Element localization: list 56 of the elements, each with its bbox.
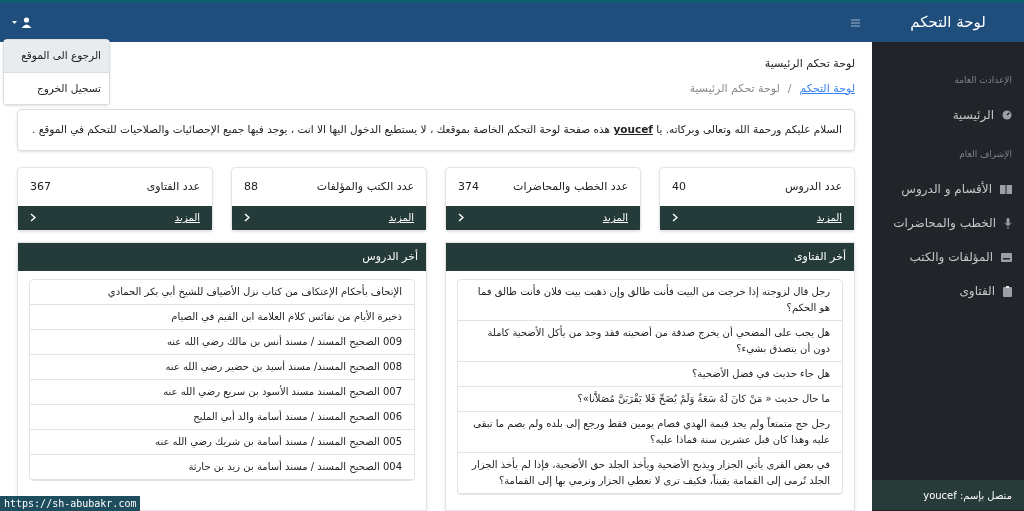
list-item[interactable]: 007 الصحيح المسند مسند الأسود بن سريع رضي الله عنه xyxy=(30,379,414,405)
caret-icon[interactable] xyxy=(12,21,17,24)
sidebar-item[interactable]: الرئيسية xyxy=(872,98,1024,132)
chevron-icon xyxy=(672,213,678,223)
list-item[interactable]: 009 الصحيح المسند / مسند أنس بن مالك رضي الله عنه xyxy=(30,329,414,355)
book-icon xyxy=(1000,184,1012,194)
chevron-icon xyxy=(244,213,250,223)
breadcrumb-current: لوحة تحكم الرئيسية xyxy=(689,80,780,97)
page-title: لوحة تحكم الرئيسية xyxy=(764,56,855,72)
list-item[interactable]: هل يجب على المضحي أن يخرج صدقة من أضحيته فقد وجد من يأكل الأضحية كاملة دون أن يتصدق بشيء؟ xyxy=(458,320,842,362)
chevron-icon xyxy=(458,213,464,223)
stat-value: 374 xyxy=(458,178,479,195)
menu-item[interactable]: تسجيل الخروج xyxy=(4,72,109,104)
sidebar-heading: الإعدادت العامة xyxy=(954,75,1012,85)
status-url-tooltip: https://sh-abubakr.com xyxy=(0,496,141,511)
more-link[interactable]: المزيد xyxy=(660,205,854,230)
user-link[interactable]: youcef xyxy=(613,123,653,135)
list-item[interactable]: الإتحاف بأحكام الإعتكاف من كتاب نزل الأضياف للشيخ أبي بكر الحمادي xyxy=(30,279,414,305)
sidebar-item[interactable]: المؤلفات والكتب xyxy=(872,240,1024,274)
stat-label: عدد الفتاوى xyxy=(146,178,200,195)
stat-value: 367 xyxy=(30,178,51,195)
microphone-icon xyxy=(1004,217,1012,229)
breadcrumb-link[interactable]: لوحة التحكم xyxy=(799,80,855,97)
keyboard-icon xyxy=(1001,252,1012,262)
sidebar-item[interactable]: الأقسام و الدروس xyxy=(872,172,1024,206)
sidebar-heading: الإشراف العام xyxy=(959,149,1012,159)
menu-item[interactable]: الرجوع الى الموقع xyxy=(4,40,109,72)
breadcrumb-separator: / xyxy=(787,80,792,97)
clipboard-icon xyxy=(1003,285,1012,297)
panel-title: أخر الدروس xyxy=(362,248,418,265)
list-item[interactable]: في بعض القرى يأتي الجزار ويذبح الأضحية ويأخذ الجلد حق الأضحية، فإذا لم يأخذ الجزار الجلد تُرمى إلى القمامة يقيناً، فكيف ترى لا نعطي الجزار ونرمي بها إلى القمامة؟ xyxy=(458,452,842,494)
user-icon[interactable] xyxy=(21,17,32,28)
sidebar-item[interactable]: الفتاوى xyxy=(872,274,1024,308)
list-item[interactable]: 005 الصحيح المسند / مسند أسامة بن شريك رضي الله عنه xyxy=(30,429,414,455)
list-item[interactable]: 006 الصحيح المسند / مسند أسامة والد أبي المليح xyxy=(30,404,414,430)
stat-label: عدد الكتب والمؤلفات xyxy=(316,178,414,195)
sidebar-item[interactable]: الخطب والمحاضرات xyxy=(872,206,1024,240)
stat-label: عدد الدروس xyxy=(785,178,842,195)
chevron-icon xyxy=(30,213,36,223)
more-link[interactable]: المزيد xyxy=(446,205,640,230)
list-item[interactable]: ما حال حديث « مَنْ كانَ لَهُ سَعَةٌ وَلَمْ يُضَحِّ فَلا يَقْرَبَنَّ مُصَلاَّنا»؟ xyxy=(458,386,842,412)
panel-title: أخر الفتاوى xyxy=(794,248,846,265)
brand-title[interactable]: لوحة التحكم xyxy=(910,11,986,34)
dashboard-icon xyxy=(1002,110,1012,120)
more-link[interactable]: المزيد xyxy=(232,205,426,230)
logged-in-user: متصل بإسم: youcef xyxy=(923,488,1012,503)
more-link[interactable]: المزيد xyxy=(18,205,212,230)
stat-value: 40 xyxy=(672,178,686,195)
list-item[interactable]: رجل قال لزوجته إذا خرجت من البيت فأنت طالق وإن ذهبت بيت فلان فأنت طالق فما هو الحكم؟ xyxy=(458,279,842,321)
stat-value: 88 xyxy=(244,178,258,195)
list-item[interactable]: 004 الصحيح المسند / مسند أسامة بن زيد بن حارثة xyxy=(30,454,414,480)
list-item[interactable]: ذخيرة الأيام من نفائس كلام العلامة ابن القيم في الصيام xyxy=(30,304,414,330)
stat-label: عدد الخطب والمحاضرات xyxy=(513,178,628,195)
list-item[interactable]: 008 الصحيح المسند/ مسند أسيد بن حضير رضي الله عنه xyxy=(30,354,414,380)
list-item[interactable]: رجل حج متمتعاً ولم يجد قيمة الهدي فصام يومين فقط ورجع إلى بلده ولم يصم ما تبقى عليه وهذا كان قبل عشرين سنة فماذا عليه؟ xyxy=(458,411,842,453)
list-item[interactable]: هل جاء حديث في فضل الأضحية؟ xyxy=(458,361,842,387)
